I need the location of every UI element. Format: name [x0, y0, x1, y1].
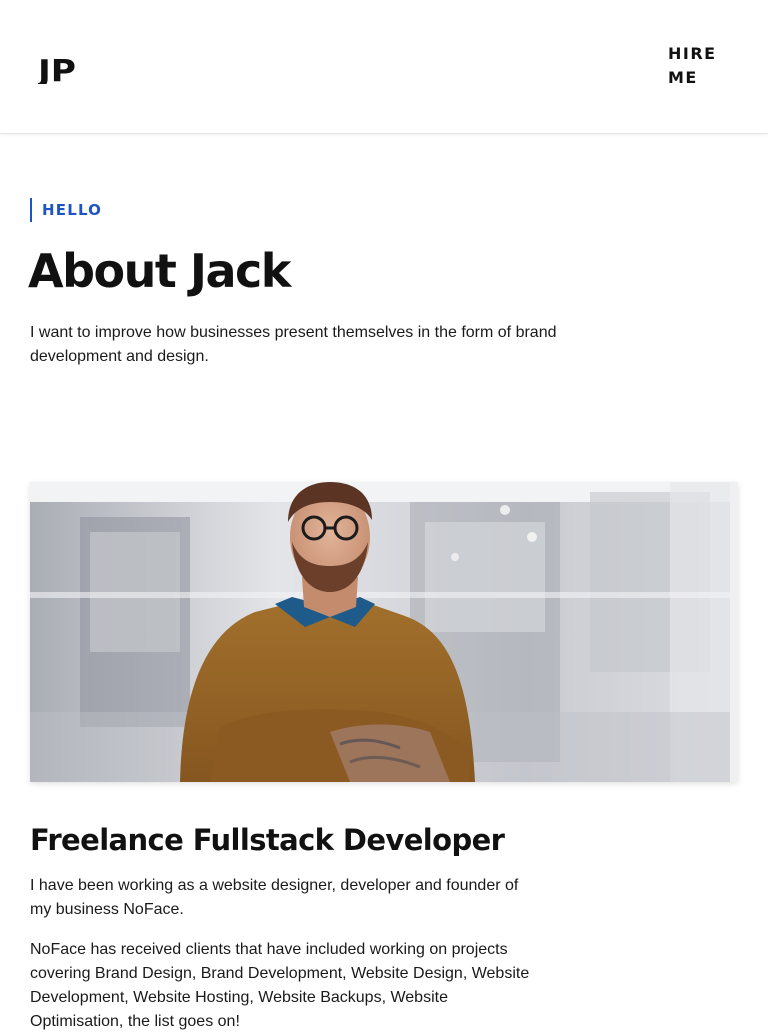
page-title: About Jack [28, 244, 291, 298]
intro-text: I want to improve how businesses present… [30, 324, 557, 365]
section-title: Freelance Fullstack Developer [30, 823, 505, 857]
hire-me-link[interactable]: HIRE ME [668, 42, 738, 90]
section-paragraph-1: I have been working as a website designe… [30, 877, 519, 918]
logo-text: JP [38, 54, 76, 84]
portrait-photo [30, 482, 738, 782]
site-header: JP HIRE ME [0, 0, 768, 134]
hello-eyebrow: HELLO [30, 198, 102, 222]
section-paragraph-2: NoFace has received clients that have in… [30, 941, 530, 1030]
jp-logo-icon[interactable]: JP [38, 50, 76, 84]
